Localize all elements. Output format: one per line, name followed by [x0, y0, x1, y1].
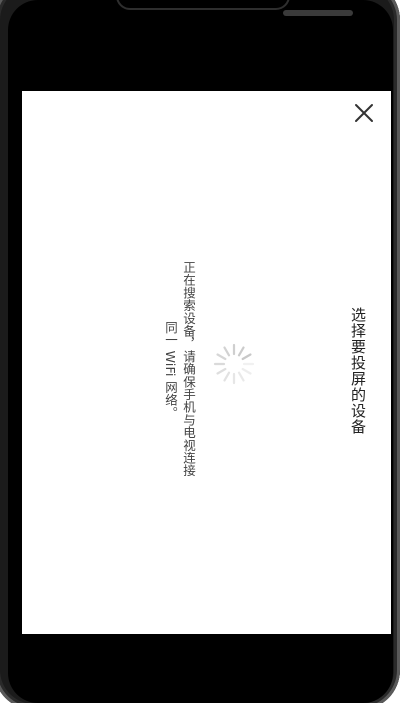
speaker-grille: [283, 10, 353, 16]
status-text-line-2: 同一 WiFi 网络。: [163, 321, 178, 419]
status-text-line-1: 正在搜索设备，请确保手机与电视连接: [181, 261, 196, 477]
phone-screen: 选择要投屏的设备 正在搜索设备，请确保手机与电视连接 同一 WiFi 网络。: [8, 0, 393, 703]
loading-spinner-icon: [213, 343, 255, 385]
cast-device-dialog: 选择要投屏的设备 正在搜索设备，请确保手机与电视连接 同一 WiFi 网络。: [22, 91, 391, 634]
close-icon: [355, 104, 373, 122]
spinner-spoke: [241, 367, 252, 375]
spinner-spoke: [223, 371, 231, 382]
dialog-title: 选择要投屏的设备: [349, 307, 367, 435]
spinner-spoke: [216, 367, 227, 375]
phone-device: 选择要投屏的设备 正在搜索设备，请确保手机与电视连接 同一 WiFi 网络。: [0, 0, 400, 703]
spinner-spoke: [223, 346, 231, 357]
spinner-spoke: [237, 371, 245, 382]
loading-spinner: [211, 341, 257, 387]
spinner-spoke: [241, 353, 252, 361]
close-button[interactable]: [352, 101, 376, 125]
search-status: 正在搜索设备，请确保手机与电视连接 同一 WiFi 网络。: [163, 261, 210, 491]
spinner-spoke: [216, 353, 227, 361]
spinner-spoke: [237, 346, 245, 357]
phone-notch: [116, 0, 290, 10]
